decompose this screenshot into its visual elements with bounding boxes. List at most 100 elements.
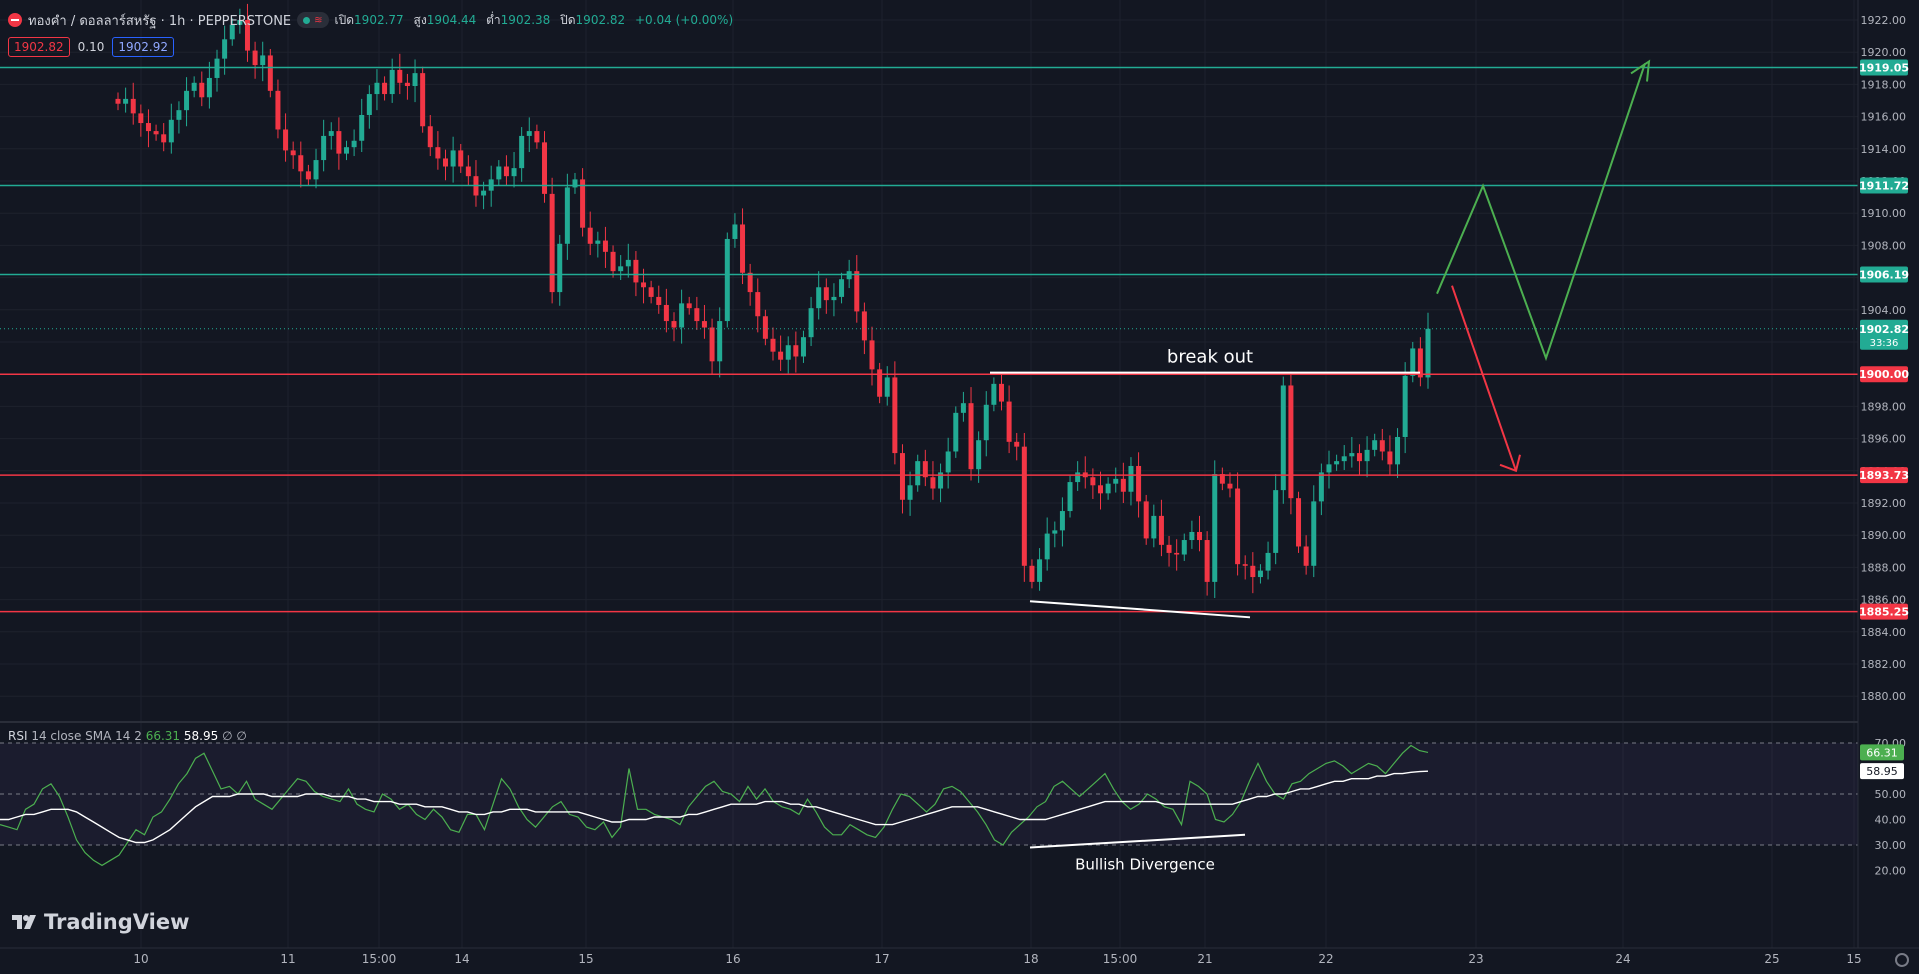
candle xyxy=(1044,533,1050,560)
candle xyxy=(351,140,357,148)
rsi-tick-label: 50.00 xyxy=(1875,788,1907,801)
candle xyxy=(1395,436,1401,465)
level-price-label: 1919.05 xyxy=(1859,61,1909,74)
level-price-label: 1911.72 xyxy=(1859,180,1909,193)
price-tick-label: 1904.00 xyxy=(1861,304,1907,317)
market-open-icon xyxy=(303,16,311,24)
candle xyxy=(968,403,974,470)
candle xyxy=(1235,488,1241,565)
rsi-ma-label: 58.95 xyxy=(1866,765,1898,778)
candle xyxy=(1158,515,1164,545)
time-tick-label: 22 xyxy=(1318,952,1333,966)
candle xyxy=(679,303,685,328)
sell-button[interactable]: 1902.82 xyxy=(8,37,70,57)
candle xyxy=(1067,482,1073,512)
candle-countdown: 33:36 xyxy=(1870,338,1899,349)
time-tick-label: 16 xyxy=(725,952,740,966)
price-tick-label: 1896.00 xyxy=(1861,433,1907,446)
candle xyxy=(252,50,258,66)
candle xyxy=(1425,328,1431,378)
candle xyxy=(747,272,753,293)
price-tick-label: 1908.00 xyxy=(1861,239,1907,252)
candle xyxy=(549,193,555,293)
tradingview-logo[interactable]: TradingView xyxy=(12,910,189,934)
candle xyxy=(404,82,410,87)
candle xyxy=(123,98,129,104)
chart-canvas[interactable]: break out Bullish Divergence 1922.00 1920.0… xyxy=(0,0,1919,974)
price-tick-label: 1888.00 xyxy=(1861,561,1907,574)
rsi-tick-label: 40.00 xyxy=(1875,814,1907,827)
level-price-label: 1885.25 xyxy=(1859,606,1909,619)
candle xyxy=(983,404,989,441)
candle xyxy=(808,308,814,338)
projection-down-arrow xyxy=(1451,285,1517,472)
candle xyxy=(374,82,380,95)
candle xyxy=(602,240,608,252)
candle xyxy=(359,114,365,141)
time-tick-label: 18 xyxy=(1023,952,1038,966)
price-tick-label: 1892.00 xyxy=(1861,497,1907,510)
price-tick-label: 1890.00 xyxy=(1861,529,1907,542)
candle xyxy=(953,412,959,452)
alert-icon: ≋ xyxy=(314,14,323,26)
rsi-tick-label: 20.00 xyxy=(1875,865,1907,878)
candle xyxy=(1372,440,1378,450)
candle xyxy=(1379,440,1385,452)
candle xyxy=(740,224,746,273)
candle xyxy=(694,308,700,322)
candle xyxy=(1128,465,1134,492)
candle xyxy=(564,187,570,244)
candle xyxy=(1059,511,1065,531)
candle xyxy=(1349,453,1355,457)
candle xyxy=(580,179,586,228)
candle xyxy=(1250,565,1256,578)
symbol-title[interactable]: ทองคำ / ดอลลาร์สหรัฐ · 1h · PEPPERSTONE xyxy=(28,10,291,31)
current-price-label: 1902.82 xyxy=(1859,323,1909,336)
candle xyxy=(998,383,1004,402)
candle xyxy=(503,166,509,177)
divergence-label: Bullish Divergence xyxy=(1075,856,1215,874)
support-trend-line xyxy=(1029,600,1251,619)
candle xyxy=(724,238,730,322)
candle xyxy=(1341,456,1347,462)
candle xyxy=(1021,446,1027,566)
gold-symbol-icon xyxy=(8,13,22,27)
candle xyxy=(1120,478,1126,492)
rsi-legend[interactable]: RSI 14 close SMA 14 2 66.31 58.95 ∅ ∅ xyxy=(8,729,247,743)
price-tick-label: 1914.00 xyxy=(1861,143,1907,156)
candle xyxy=(283,129,289,151)
candle xyxy=(1227,483,1233,489)
chart-settings-icon[interactable] xyxy=(1895,953,1909,967)
candle xyxy=(709,327,715,362)
candle xyxy=(839,279,845,297)
candle xyxy=(732,224,738,239)
candle xyxy=(1356,453,1362,462)
candle xyxy=(823,287,829,301)
candle xyxy=(785,345,791,360)
time-tick-label: 15:00 xyxy=(1103,952,1138,966)
candle xyxy=(313,160,319,180)
level-price-label: 1893.73 xyxy=(1859,469,1909,482)
time-tick-label: 11 xyxy=(280,952,295,966)
candle xyxy=(1311,501,1317,566)
buy-button[interactable]: 1902.92 xyxy=(112,37,174,57)
candle xyxy=(1265,552,1271,571)
candle xyxy=(869,340,875,370)
time-tick-label: 21 xyxy=(1197,952,1212,966)
candle xyxy=(206,77,212,98)
candle xyxy=(176,110,182,120)
candle xyxy=(260,55,266,66)
rsi-value-label: 66.31 xyxy=(1866,746,1898,759)
chart-header: ทองคำ / ดอลลาร์สหรัฐ · 1h · PEPPERSTONE … xyxy=(8,9,739,31)
candle xyxy=(145,123,151,132)
candle xyxy=(1318,472,1324,502)
candle xyxy=(610,251,616,272)
time-axis: 10 11 15:00 14 15 16 17 18 15:00 21 22 23 24 25 15 xyxy=(133,952,1861,966)
market-status-pill[interactable]: ≋ xyxy=(297,12,329,28)
candle xyxy=(770,338,776,352)
candle xyxy=(1166,544,1172,553)
candle xyxy=(366,94,372,115)
price-tick-label: 1922.00 xyxy=(1861,14,1907,27)
candle xyxy=(115,98,121,104)
candle xyxy=(1257,570,1263,578)
